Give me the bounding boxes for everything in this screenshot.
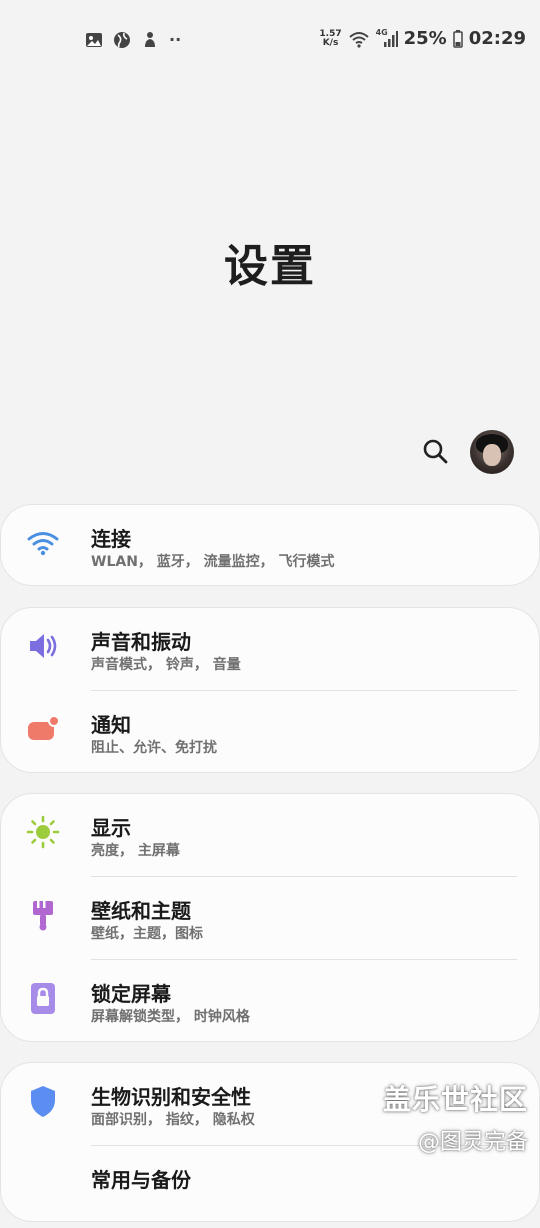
system-status: 1.57 K/s 4G 25% 02:29 — [319, 28, 526, 50]
settings-item-title: 生物识别和安全性 — [91, 1085, 251, 1109]
settings-item-subtitle: 屏幕解锁类型， 时钟风格 — [91, 1009, 250, 1025]
battery-percent: 25% — [403, 28, 447, 49]
settings-item-notifications[interactable]: 通知 阻止、允许、免打扰 — [1, 691, 540, 773]
wifi-status-icon — [348, 31, 369, 48]
settings-item-subtitle: 亮度， 主屏幕 — [91, 843, 180, 859]
card-connections: 连接 WLAN， 蓝牙， 流量监控， 飞行模式 — [0, 504, 540, 586]
card-sound-notifications: 声音和振动 声音模式， 铃声， 音量 通知 阻止、允许、免打扰 — [0, 607, 540, 773]
settings-item-connections[interactable]: 连接 WLAN， 蓝牙， 流量监控， 飞行模式 — [1, 505, 540, 587]
network-speed-unit: K/s — [322, 37, 339, 48]
profile-avatar[interactable] — [470, 430, 514, 474]
settings-item-display[interactable]: 显示 亮度， 主屏幕 — [1, 794, 540, 876]
settings-item-title: 连接 — [91, 527, 131, 551]
network-speed: 1.57 K/s — [319, 29, 341, 48]
wifi-icon — [27, 532, 59, 556]
clock: 02:29 — [468, 28, 526, 49]
paint-brush-icon — [33, 901, 53, 931]
settings-item-title: 锁定屏幕 — [91, 982, 171, 1006]
watermark: 盖乐世社区 @图灵完备 — [383, 1078, 528, 1156]
card-display: 显示 亮度， 主屏幕 壁纸和主题 壁纸，主题，图标 锁定屏幕 屏幕解锁类型， 时… — [0, 793, 540, 1042]
app-icon — [145, 31, 155, 47]
settings-item-subtitle: 壁纸，主题，图标 — [91, 926, 203, 942]
notification-icon — [28, 715, 60, 740]
settings-item-title: 显示 — [91, 816, 131, 840]
status-bar: ·· 1.57 K/s 4G 25% 02:29 — [0, 0, 540, 80]
watermark-author: @图灵完备 — [417, 1130, 528, 1155]
page-title: 设置 — [224, 241, 316, 292]
battery-icon — [452, 29, 463, 48]
settings-item-subtitle: 阻止、允许、免打扰 — [91, 740, 217, 756]
gallery-icon — [86, 32, 102, 47]
lock-icon — [31, 983, 55, 1014]
settings-item-wallpaper[interactable]: 壁纸和主题 壁纸，主题，图标 — [1, 877, 540, 959]
settings-item-partial[interactable]: 常用与备份 — [1, 1146, 540, 1228]
settings-item-title: 通知 — [91, 713, 131, 737]
globe-icon — [114, 31, 130, 48]
settings-item-lockscreen[interactable]: 锁定屏幕 屏幕解锁类型， 时钟风格 — [1, 960, 540, 1042]
settings-item-subtitle: WLAN， 蓝牙， 流量监控， 飞行模式 — [91, 554, 335, 570]
settings-item-title: 壁纸和主题 — [91, 899, 191, 923]
watermark-community: 盖乐世社区 — [382, 1083, 528, 1116]
settings-item-sounds[interactable]: 声音和振动 声音模式， 铃声， 音量 — [1, 608, 540, 690]
more-notifications-icon: ·· — [169, 30, 182, 49]
brightness-icon — [26, 815, 60, 849]
settings-item-title: 常用与备份 — [91, 1168, 191, 1192]
shield-icon — [31, 1086, 55, 1117]
settings-item-subtitle: 面部识别， 指纹， 隐私权 — [91, 1112, 255, 1128]
cellular-signal-icon: 4G — [376, 28, 398, 48]
settings-item-title: 声音和振动 — [91, 630, 191, 654]
speaker-icon — [30, 634, 57, 658]
settings-item-subtitle: 声音模式， 铃声， 音量 — [91, 657, 241, 673]
search-icon[interactable] — [418, 434, 454, 470]
notification-icons: ·· — [85, 30, 181, 49]
